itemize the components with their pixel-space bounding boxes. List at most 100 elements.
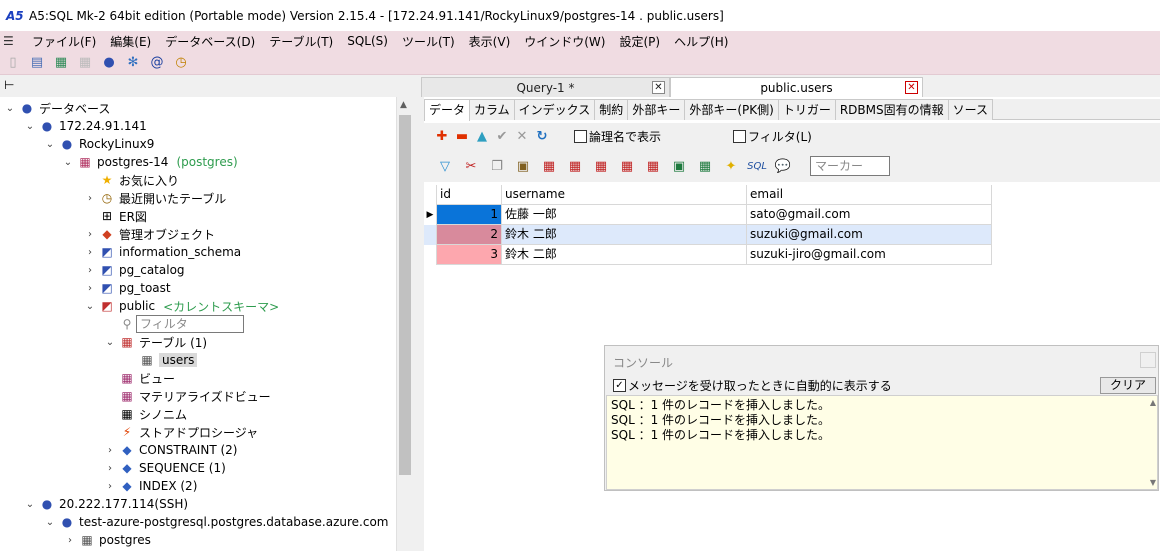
filter-funnel-icon[interactable]: ▽ [432, 159, 458, 174]
menu-table[interactable]: テーブル(T) [262, 33, 340, 50]
new-file-icon[interactable]: ▯ [4, 54, 22, 72]
tree-node-recent[interactable]: › ◷ 最近開いたテーブル [84, 189, 226, 207]
chevron-right-icon[interactable]: › [84, 247, 96, 258]
chevron-right-icon[interactable]: › [84, 229, 96, 240]
tab-rdbms-info[interactable]: RDBMS固有の情報 [834, 99, 949, 120]
export-icon[interactable]: ▦ [536, 159, 562, 174]
add-row-icon[interactable]: ✚ [432, 129, 452, 144]
tree-node-azure[interactable]: ⌄ ● test-azure-postgresql.postgres.datab… [44, 513, 389, 531]
menu-database[interactable]: データベース(D) [158, 33, 262, 50]
chevron-down-icon[interactable]: ⌄ [24, 121, 36, 132]
settings-gear-icon[interactable]: ✻ [124, 54, 142, 72]
scroll-down-icon[interactable]: ▼ [1150, 478, 1156, 487]
refresh-icon[interactable]: ↻ [532, 129, 552, 144]
cell-username[interactable]: 佐藤 一郎 [502, 205, 747, 225]
tree-node-azure-postgres[interactable]: › ▦ postgres [64, 531, 151, 549]
chevron-down-icon[interactable]: ⌄ [4, 103, 16, 114]
tab-columns[interactable]: カラム [469, 99, 515, 120]
tab-query-1[interactable]: Query-1 * ✕ [421, 77, 670, 97]
chevron-down-icon[interactable]: ⌄ [44, 139, 56, 150]
menu-edit[interactable]: 編集(E) [103, 33, 158, 50]
menu-settings[interactable]: 設定(P) [612, 33, 667, 50]
chevron-right-icon[interactable]: › [104, 481, 116, 492]
comment-icon[interactable]: 💬 [770, 159, 796, 174]
scroll-up-icon[interactable]: ▲ [1150, 398, 1156, 407]
tree-node-admin[interactable]: › ◆ 管理オブジェクト [84, 225, 215, 243]
commit-check-icon[interactable]: ✔ [492, 129, 512, 144]
cell-email[interactable]: suzuki-jiro@gmail.com [747, 245, 992, 265]
tree-node-view[interactable]: ▦ ビュー [104, 369, 175, 387]
tab-data[interactable]: データ [424, 99, 471, 121]
cell-email[interactable]: suzuki@gmail.com [747, 225, 992, 245]
cell-username[interactable]: 鈴木 二郎 [502, 225, 747, 245]
tree-node-rocky[interactable]: ⌄ ● RockyLinux9 [44, 135, 155, 153]
scroll-up-icon[interactable]: ▲ [400, 100, 407, 110]
chevron-down-icon[interactable]: ⌄ [62, 157, 74, 168]
chevron-down-icon[interactable]: ⌄ [84, 301, 96, 312]
tree-scrollbar[interactable]: ▲ [396, 97, 413, 551]
tree-node-mview[interactable]: ▦ マテリアライズドビュー [104, 387, 270, 405]
delete-row-icon[interactable]: ▬ [452, 129, 472, 144]
cell-id[interactable]: 3 [437, 245, 502, 265]
database-icon[interactable]: ● [100, 54, 118, 72]
cell-id[interactable]: 1 [437, 205, 502, 225]
pane-splitter[interactable] [413, 97, 424, 551]
close-icon[interactable]: ✕ [652, 81, 665, 94]
clock-icon[interactable]: ◷ [172, 54, 190, 72]
menu-tools[interactable]: ツール(T) [395, 33, 462, 50]
tab-constraints[interactable]: 制約 [594, 99, 629, 120]
tree-node-host2[interactable]: ⌄ ● 20.222.177.114(SSH) [24, 495, 188, 513]
table-row[interactable]: 3 鈴木 二郎 suzuki-jiro@gmail.com [424, 245, 992, 265]
column-header-email[interactable]: email [747, 185, 992, 205]
highlight-icon[interactable]: ✦ [718, 159, 744, 174]
tree-node-pg-catalog[interactable]: › ◩ pg_catalog [84, 261, 185, 279]
chevron-right-icon[interactable]: › [64, 535, 76, 546]
move-up-icon[interactable]: ▲ [472, 129, 492, 144]
chevron-right-icon[interactable]: › [84, 193, 96, 204]
chevron-right-icon[interactable]: › [84, 283, 96, 294]
tree-node-constraint[interactable]: › ◆ CONSTRAINT (2) [104, 441, 237, 459]
menu-view[interactable]: 表示(V) [462, 33, 518, 50]
chevron-down-icon[interactable]: ⌄ [44, 517, 56, 528]
sql-icon[interactable]: SQL [744, 161, 770, 172]
html-icon[interactable]: ▦ [692, 159, 718, 174]
json-icon[interactable]: ▦ [640, 159, 666, 174]
tree-scroll-thumb[interactable] [399, 115, 411, 475]
chevron-right-icon[interactable]: › [84, 265, 96, 276]
marker-input[interactable]: マーカー [810, 156, 890, 176]
menu-help[interactable]: ヘルプ(H) [667, 33, 735, 50]
column-header-id[interactable]: id [437, 185, 502, 205]
tree-node-procedure[interactable]: ⚡ ストアドプロシージャ [104, 423, 258, 441]
excel-icon[interactable]: ▣ [666, 159, 692, 174]
tree-node-information-schema[interactable]: › ◩ information_schema [84, 243, 241, 261]
console-log[interactable]: SQL ：1 件のレコードを挿入しました。 SQL ：1 件のレコードを挿入しま… [606, 395, 1158, 490]
cut-icon[interactable]: ✂ [458, 159, 484, 174]
chevron-down-icon[interactable]: ⌄ [24, 499, 36, 510]
tree-node-er[interactable]: ⊞ ER図 [84, 207, 147, 225]
clear-button[interactable]: クリア [1100, 377, 1156, 394]
chevron-right-icon[interactable]: › [104, 445, 116, 456]
db-disconnect-icon[interactable]: ▦ [76, 54, 94, 72]
console-close-button[interactable] [1140, 352, 1156, 368]
tree-node-synonym[interactable]: ▦ シノニム [104, 405, 187, 423]
paste-icon[interactable]: ▣ [510, 159, 536, 174]
open-file-icon[interactable]: ▤ [28, 54, 46, 72]
chevron-down-icon[interactable]: ⌄ [104, 337, 116, 348]
cancel-x-icon[interactable]: ✕ [512, 129, 532, 144]
tree-node-favorites[interactable]: ★ お気に入り [84, 171, 179, 189]
tree-node-databases[interactable]: ⌄ ● データベース [4, 99, 111, 117]
auto-show-checkbox[interactable]: ✓ メッセージを受け取ったときに自動的に表示する [613, 377, 892, 394]
tab-public-users[interactable]: public.users ✕ [670, 77, 923, 97]
xml-icon[interactable]: ▦ [614, 159, 640, 174]
menu-window[interactable]: ウインドウ(W) [517, 33, 612, 50]
tree-view-icon[interactable]: ⊢ [4, 78, 14, 92]
cell-id[interactable]: 2 [437, 225, 502, 245]
tree-node-postgres14[interactable]: ⌄ ▦ postgres-14 (postgres) [62, 153, 238, 171]
db-connect-icon[interactable]: ▦ [52, 54, 70, 72]
column-header-username[interactable]: username [502, 185, 747, 205]
filter-checkbox[interactable]: フィルタ(L) [733, 128, 812, 145]
tree-node-host1[interactable]: ⌄ ● 172.24.91.141 [24, 117, 147, 135]
tab-source[interactable]: ソース [947, 99, 994, 120]
tree-node-pg-toast[interactable]: › ◩ pg_toast [84, 279, 171, 297]
copy-icon[interactable]: ❐ [484, 159, 510, 174]
